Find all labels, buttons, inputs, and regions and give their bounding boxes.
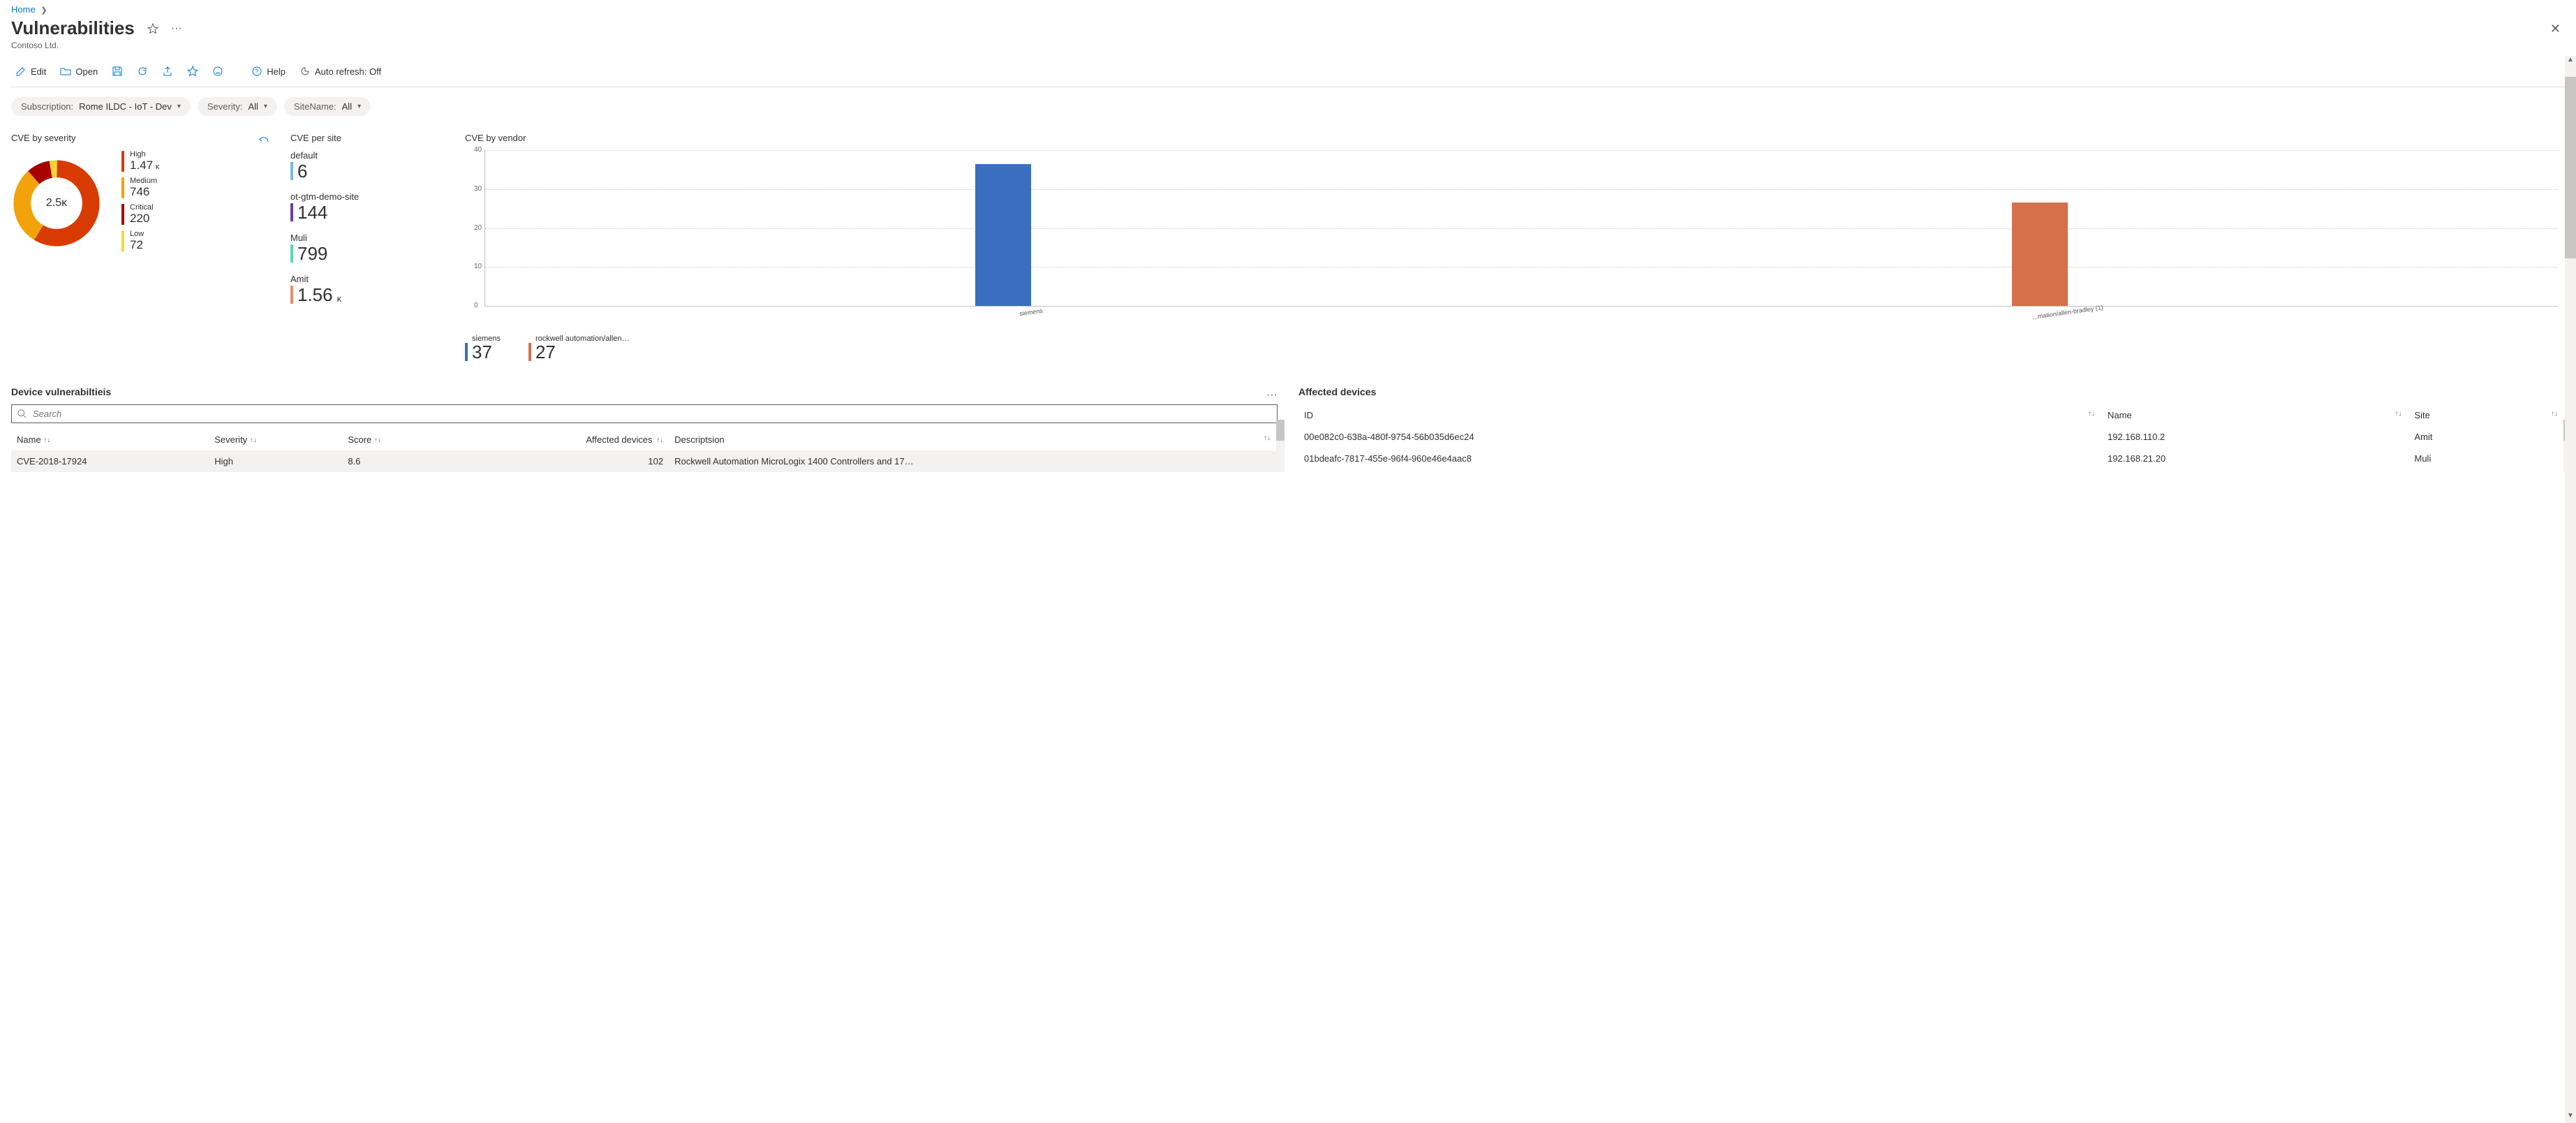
subtitle: Contoso Ltd. bbox=[11, 41, 182, 50]
persite-item[interactable]: ot-gtm-demo-site 144 bbox=[290, 191, 444, 221]
filter-severity[interactable]: Severity:All▾ bbox=[198, 97, 277, 116]
pin-icon[interactable] bbox=[143, 20, 163, 37]
severity-legend: High1.47 ᴋ Medium746 Critical220 Low72 bbox=[121, 150, 159, 256]
save-icon[interactable] bbox=[108, 63, 127, 80]
vendor-legend: siemens37 rockwell automation/allen…27 bbox=[465, 335, 2565, 361]
scrollbar[interactable] bbox=[1276, 420, 1285, 472]
close-icon[interactable]: ✕ bbox=[2546, 17, 2565, 41]
col-site[interactable]: Site↑↓ bbox=[2409, 404, 2566, 426]
legend-item[interactable]: High1.47 ᴋ bbox=[121, 150, 159, 173]
table-row[interactable]: 00e082c0-638a-480f-9754-56b035d6ec24192.… bbox=[1298, 426, 2565, 448]
scroll-thumb[interactable] bbox=[2565, 77, 2576, 258]
chart-bar[interactable]: ...mation/allen-bradley (1) bbox=[2012, 203, 2068, 307]
donut-total: 2.5ᴋ bbox=[46, 197, 67, 210]
search-field[interactable] bbox=[31, 408, 1271, 420]
card-title-severity: CVE by severity bbox=[11, 133, 75, 143]
col-affected[interactable]: Affected devices ↑↓ bbox=[454, 429, 669, 450]
scroll-down-icon[interactable]: ▼ bbox=[2565, 1112, 2576, 1123]
persite-list: default 6 ot-gtm-demo-site 144 Muli 799 … bbox=[290, 150, 444, 304]
chevron-right-icon: ❯ bbox=[38, 6, 50, 15]
vendor-bar-chart[interactable]: 40 30 20 10 0 siemens ...mation/allen-br… bbox=[478, 150, 2565, 318]
legend-item[interactable]: Critical220 bbox=[121, 203, 159, 226]
undo-icon[interactable] bbox=[258, 135, 269, 148]
legend-item[interactable]: Medium746 bbox=[121, 177, 159, 199]
vendor-legend-item[interactable]: siemens37 bbox=[465, 335, 501, 361]
pin-toolbar-icon[interactable] bbox=[183, 63, 202, 80]
card-title-vendor: CVE by vendor bbox=[465, 133, 2565, 143]
svg-text:?: ? bbox=[256, 68, 259, 75]
filter-bar: Subscription:Rome ILDC - IoT - Dev▾ Seve… bbox=[11, 87, 2565, 133]
page-scrollbar[interactable]: ▲ ▼ bbox=[2565, 56, 2576, 1123]
devvuln-table: Name ↑↓ Severity ↑↓ Score ↑↓ Affected de… bbox=[11, 429, 1278, 472]
filter-sitename[interactable]: SiteName:All▾ bbox=[284, 97, 371, 116]
legend-item[interactable]: Low72 bbox=[121, 230, 159, 252]
scroll-up-icon[interactable]: ▲ bbox=[2565, 56, 2576, 67]
autorefresh-label: Auto refresh: Off bbox=[315, 66, 381, 77]
page-title: Vulnerabilities bbox=[11, 17, 135, 39]
chart-bar[interactable]: siemens bbox=[975, 164, 1031, 307]
autorefresh-toggle[interactable]: Auto refresh: Off bbox=[295, 63, 385, 80]
col-score[interactable]: Score ↑↓ bbox=[342, 429, 454, 450]
panel-title-devvuln: Device vulnerabiltieis bbox=[11, 386, 111, 397]
severity-donut[interactable]: 2.5ᴋ bbox=[11, 158, 102, 249]
device-vuln-panel: Device vulnerabiltieis ··· Name ↑↓ Sever… bbox=[11, 386, 1278, 472]
more-icon[interactable]: ··· bbox=[171, 22, 182, 35]
persite-item[interactable]: Amit 1.56ᴋ bbox=[290, 274, 444, 304]
search-icon bbox=[17, 409, 27, 419]
vendor-legend-item[interactable]: rockwell automation/allen…27 bbox=[528, 335, 630, 361]
share-icon[interactable] bbox=[158, 63, 177, 80]
command-bar: Edit Open ? Help Auto refresh: Off bbox=[11, 60, 2565, 87]
col-desc[interactable]: Descriptsion↑↓ bbox=[669, 429, 1278, 450]
col-name[interactable]: Name ↑↓ bbox=[11, 429, 209, 450]
breadcrumb-home[interactable]: Home bbox=[11, 4, 36, 15]
col-severity[interactable]: Severity ↑↓ bbox=[209, 429, 342, 450]
breadcrumb: Home ❯ bbox=[11, 4, 2565, 15]
card-title-persite: CVE per site bbox=[290, 133, 444, 143]
edit-button[interactable]: Edit bbox=[11, 63, 50, 80]
persite-item[interactable]: Muli 799 bbox=[290, 233, 444, 263]
search-input[interactable] bbox=[11, 404, 1278, 423]
help-button[interactable]: ? Help bbox=[247, 63, 290, 80]
sort-icon: ↑↓ bbox=[43, 436, 52, 444]
filter-subscription[interactable]: Subscription:Rome ILDC - IoT - Dev▾ bbox=[11, 97, 191, 116]
panel-more-icon[interactable]: ··· bbox=[1266, 389, 1278, 402]
persite-item[interactable]: default 6 bbox=[290, 150, 444, 180]
refresh-icon[interactable] bbox=[133, 63, 152, 80]
col-name2[interactable]: Name↑↓ bbox=[2102, 404, 2409, 426]
col-id[interactable]: ID↑↓ bbox=[1298, 404, 2102, 426]
chevron-down-icon: ▾ bbox=[264, 103, 267, 110]
feedback-icon[interactable] bbox=[208, 63, 228, 80]
panel-title-affected: Affected devices bbox=[1298, 386, 2565, 397]
affected-panel: Affected devices ID↑↓ Name↑↓ Site↑↓ 00e0… bbox=[1298, 386, 2565, 472]
chevron-down-icon: ▾ bbox=[177, 103, 181, 110]
chevron-down-icon: ▾ bbox=[357, 103, 361, 110]
table-row[interactable]: CVE-2018-17924High8.6 102Rockwell Automa… bbox=[11, 450, 1278, 472]
open-button[interactable]: Open bbox=[56, 63, 102, 80]
table-row[interactable]: 01bdeafc-7817-455e-96f4-960e46e4aac8192.… bbox=[1298, 448, 2565, 469]
affected-table: ID↑↓ Name↑↓ Site↑↓ 00e082c0-638a-480f-97… bbox=[1298, 404, 2565, 469]
